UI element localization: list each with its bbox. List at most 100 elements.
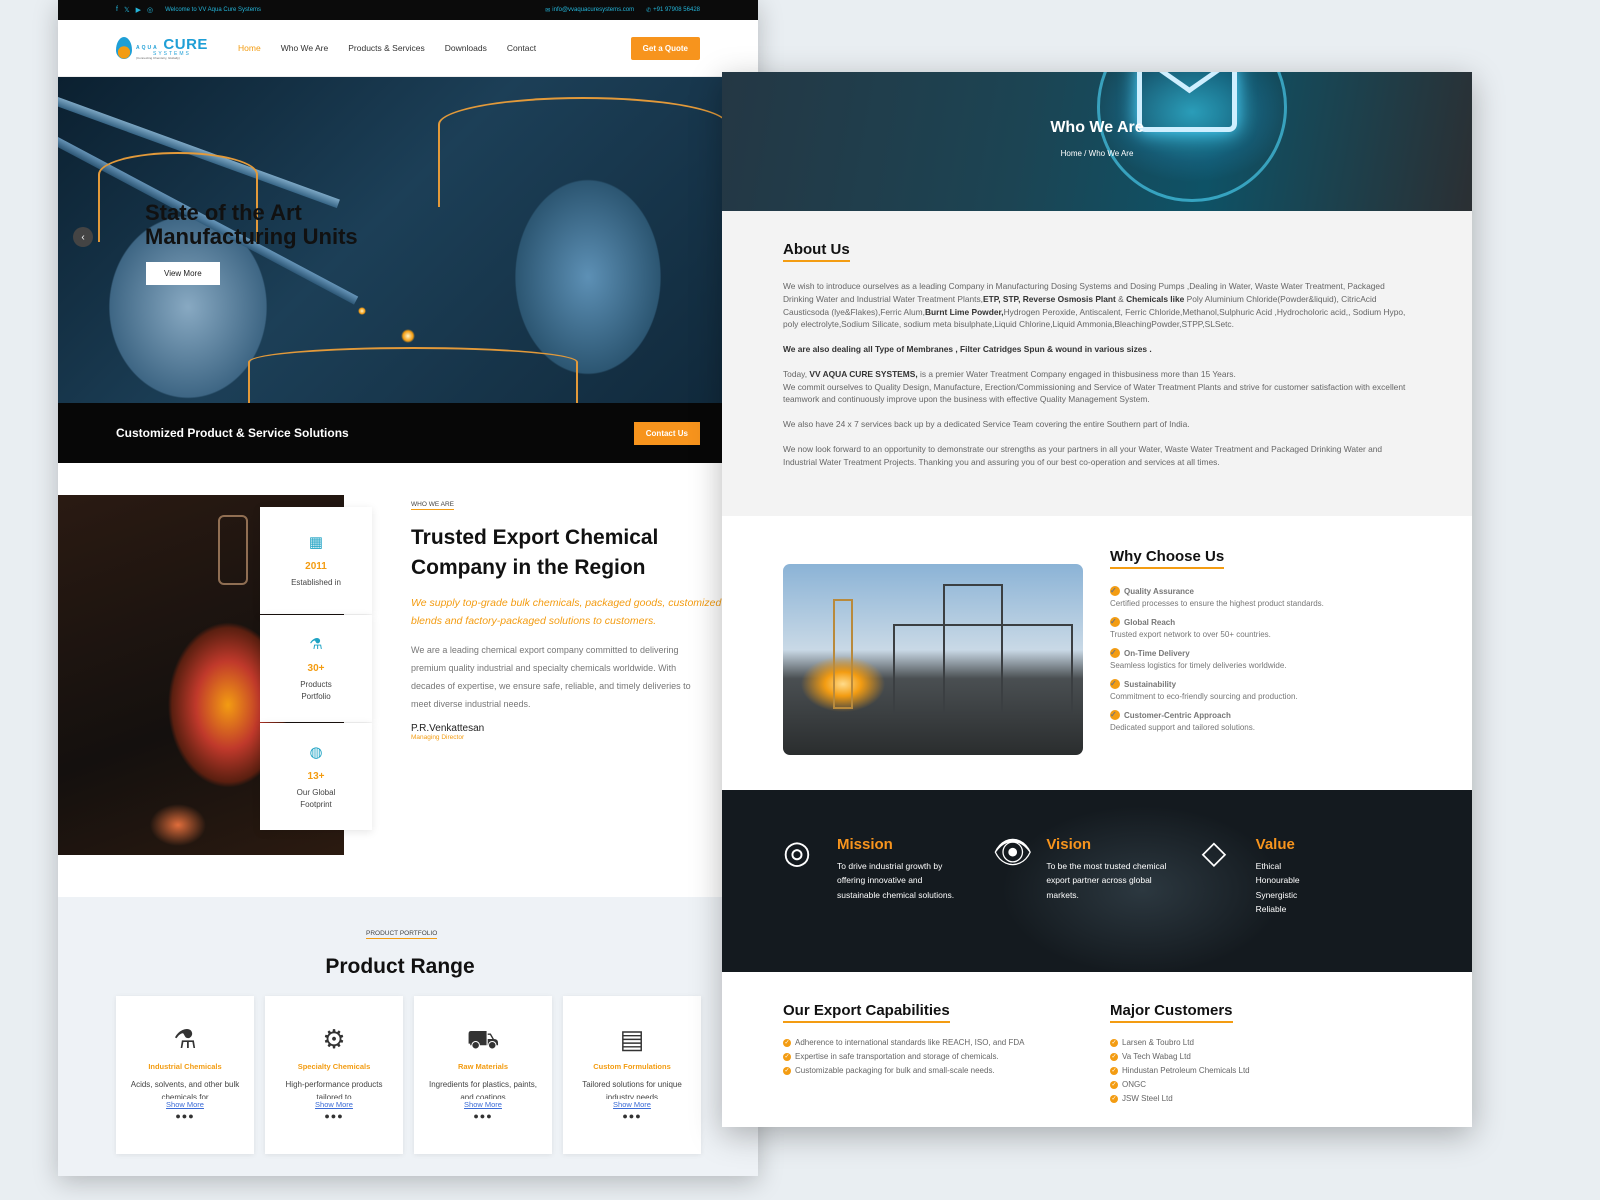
more-dots-icon[interactable]: ●●●	[622, 1111, 641, 1121]
export-title: Our Export Capabilities	[783, 1002, 950, 1023]
phone-icon: ✆	[646, 7, 652, 14]
check-icon: ✓	[783, 1038, 791, 1047]
nav-menu: Home Who We Are Products & Services Down…	[238, 43, 536, 53]
check-icon: ✓	[1110, 617, 1120, 627]
list-item: ✓ ONGC	[1110, 1080, 1250, 1089]
who-body: We are a leading chemical export company…	[411, 641, 741, 713]
about-paragraph: We also have 24 x 7 services back up by …	[783, 419, 1190, 430]
check-icon: ✓	[1110, 1038, 1118, 1047]
instagram-icon[interactable]: ◎	[147, 6, 153, 14]
list-item: ✓ Customizable packaging for bulk and sma…	[783, 1066, 1024, 1075]
vision-title: Vision	[1046, 836, 1092, 853]
product-card[interactable]: ⚗ Industrial Chemicals Acids, solvents, …	[116, 996, 254, 1154]
light-glow	[358, 307, 366, 315]
show-more-link[interactable]: Show More	[315, 1100, 353, 1109]
why-item-desc: Trusted export network to over 50+ count…	[1110, 630, 1271, 639]
value-block: ◇ Value Ethical Honourable Synergistic Reli…	[1202, 836, 1411, 972]
stat-value: 30+	[307, 662, 325, 674]
customers-title: Major Customers	[1110, 1002, 1233, 1023]
why-title: Why Choose Us	[1110, 548, 1225, 569]
product-card[interactable]: ⚙ Specialty Chemicals High-performance p…	[265, 996, 403, 1154]
check-icon: ✓	[1110, 1094, 1118, 1103]
why-text: Why Choose Us ✓ Quality Assurance Certifie…	[1110, 548, 1324, 738]
view-more-button[interactable]: View More	[146, 262, 220, 285]
stat-value: 2011	[305, 560, 327, 572]
logo-word-aqua: AQUA	[136, 44, 159, 51]
nav-downloads[interactable]: Downloads	[445, 43, 487, 53]
topbar-phone[interactable]: +91 97908 56428	[653, 7, 700, 13]
banner-title: Who We Are	[1050, 119, 1144, 136]
check-icon: ✓	[1110, 679, 1120, 689]
vision-text: To be the most trusted chemical export p…	[1046, 861, 1167, 900]
why-item-desc: Seamless logistics for timely deliveries…	[1110, 661, 1287, 670]
mission-vision-value-section: ◎ Mission To drive industrial growth by o…	[722, 790, 1472, 972]
list-item: ✓ Quality Assurance Certified processes to…	[1110, 583, 1324, 608]
about-bold: Burnt Lime Powder,	[924, 306, 1004, 317]
nav-contact[interactable]: Contact	[507, 43, 536, 53]
water-drop-icon	[116, 37, 132, 59]
page-banner: Who We Are Home / Who We Are	[722, 72, 1472, 211]
nav-home[interactable]: Home	[238, 43, 261, 53]
list-item: ✓ Hindustan Petroleum Chemicals Ltd	[1110, 1066, 1250, 1075]
who-we-are-page-mockup: Who We Are Home / Who We Are About Us We…	[722, 72, 1472, 1127]
more-dots-icon[interactable]: ●●●	[324, 1111, 343, 1121]
product-cards: ⚗ Industrial Chemicals Acids, solvents, …	[116, 996, 701, 1154]
who-body-line: meet diverse industrial needs.	[411, 698, 531, 709]
x-icon[interactable]: 𝕏	[124, 6, 130, 14]
product-range-section: PRODUCT PORTFOLIO Product Range ⚗ Indust…	[58, 897, 758, 1176]
about-paragraph: We now look forward to an opportunity to…	[783, 443, 1383, 467]
who-title: Trusted Export Chemical Company in the R…	[411, 526, 659, 580]
more-dots-icon[interactable]: ●●●	[473, 1111, 492, 1121]
value-title: Value	[1255, 836, 1295, 853]
check-icon: ✓	[783, 1052, 791, 1061]
stat-card: ⚗ 30+ Products Portfolio	[260, 615, 372, 722]
contact-us-button[interactable]: Contact Us	[633, 421, 700, 445]
list-item: ✓ Global Reach Trusted export network to o…	[1110, 614, 1324, 639]
product-desc: Ingredients for plastics, paints, and co…	[428, 1080, 538, 1099]
stat-label: Products Portfolio	[300, 679, 332, 701]
get-quote-button[interactable]: Get a Quote	[630, 36, 700, 60]
products-title: Product Range	[325, 955, 475, 978]
light-glow	[401, 329, 415, 343]
structure	[943, 584, 1003, 714]
lab-icon: ⚙	[322, 1024, 346, 1054]
show-more-link[interactable]: Show More	[464, 1100, 502, 1109]
check-icon: ✓	[1110, 1080, 1118, 1089]
tank-railing	[438, 97, 728, 207]
product-card[interactable]: ▤ Custom Formulations Tailored solutions…	[563, 996, 701, 1154]
more-dots-icon[interactable]: ●●●	[175, 1111, 194, 1121]
target-icon: ◎	[783, 834, 811, 870]
stats-column: ▦ 2011 Established in ⚗ 30+ Products Por…	[260, 507, 372, 831]
breadcrumb-home[interactable]: Home	[1061, 149, 1082, 158]
cta-band: Customized Product & Service Solutions C…	[58, 403, 758, 463]
list-item: ✓ Expertise in safe transportation and st…	[783, 1052, 1024, 1061]
nav-who-we-are[interactable]: Who We Are	[281, 43, 329, 53]
slider-prev-button[interactable]: ‹	[73, 227, 93, 247]
about-bold: We are also dealing all Type of Membrane…	[783, 344, 1152, 355]
show-more-link[interactable]: Show More	[613, 1100, 651, 1109]
youtube-icon[interactable]: ▶	[136, 6, 141, 14]
show-more-link[interactable]: Show More	[166, 1100, 204, 1109]
facebook-icon[interactable]: f	[116, 6, 118, 14]
about-text: Today,	[783, 368, 810, 379]
export-list: ✓ Adherence to international standards li…	[783, 1038, 1024, 1075]
chemistry-icon: ⚗	[173, 1024, 197, 1054]
mission-title: Mission	[837, 836, 893, 853]
value-item: Reliable	[1255, 904, 1287, 915]
about-paragraph: We are also dealing all Type of Membrane…	[783, 343, 1411, 356]
topbar-email[interactable]: info@vvaquacuresystems.com	[552, 7, 634, 13]
nav-products-services[interactable]: Products & Services	[348, 43, 425, 53]
home-page-mockup: f 𝕏 ▶ ◎ Welcome to VV Aqua Cure Systems …	[58, 0, 758, 1176]
logo[interactable]: AQUA CURE SYSTEMS (Connecting Chemistry,…	[116, 37, 238, 60]
products-eyebrow: PRODUCT PORTFOLIO	[366, 930, 438, 939]
main-nav: AQUA CURE SYSTEMS (Connecting Chemistry,…	[58, 20, 758, 77]
logo-tagline: (Connecting Chemistry, Globally)	[136, 55, 180, 60]
who-eyebrow: WHO WE ARE	[411, 501, 454, 510]
globe-icon: ◍	[309, 743, 323, 761]
about-bold: ETP, STP, Reverse Osmosis Plant	[983, 293, 1116, 304]
customer-item: Hindustan Petroleum Chemicals Ltd	[1122, 1066, 1250, 1075]
product-desc: Acids, solvents, and other bulk chemical…	[130, 1080, 240, 1099]
why-item-title: Sustainability	[1124, 679, 1177, 689]
customer-item: JSW Steel Ltd	[1122, 1094, 1173, 1103]
product-card[interactable]: ⛟ Raw Materials Ingredients for plastics…	[414, 996, 552, 1154]
